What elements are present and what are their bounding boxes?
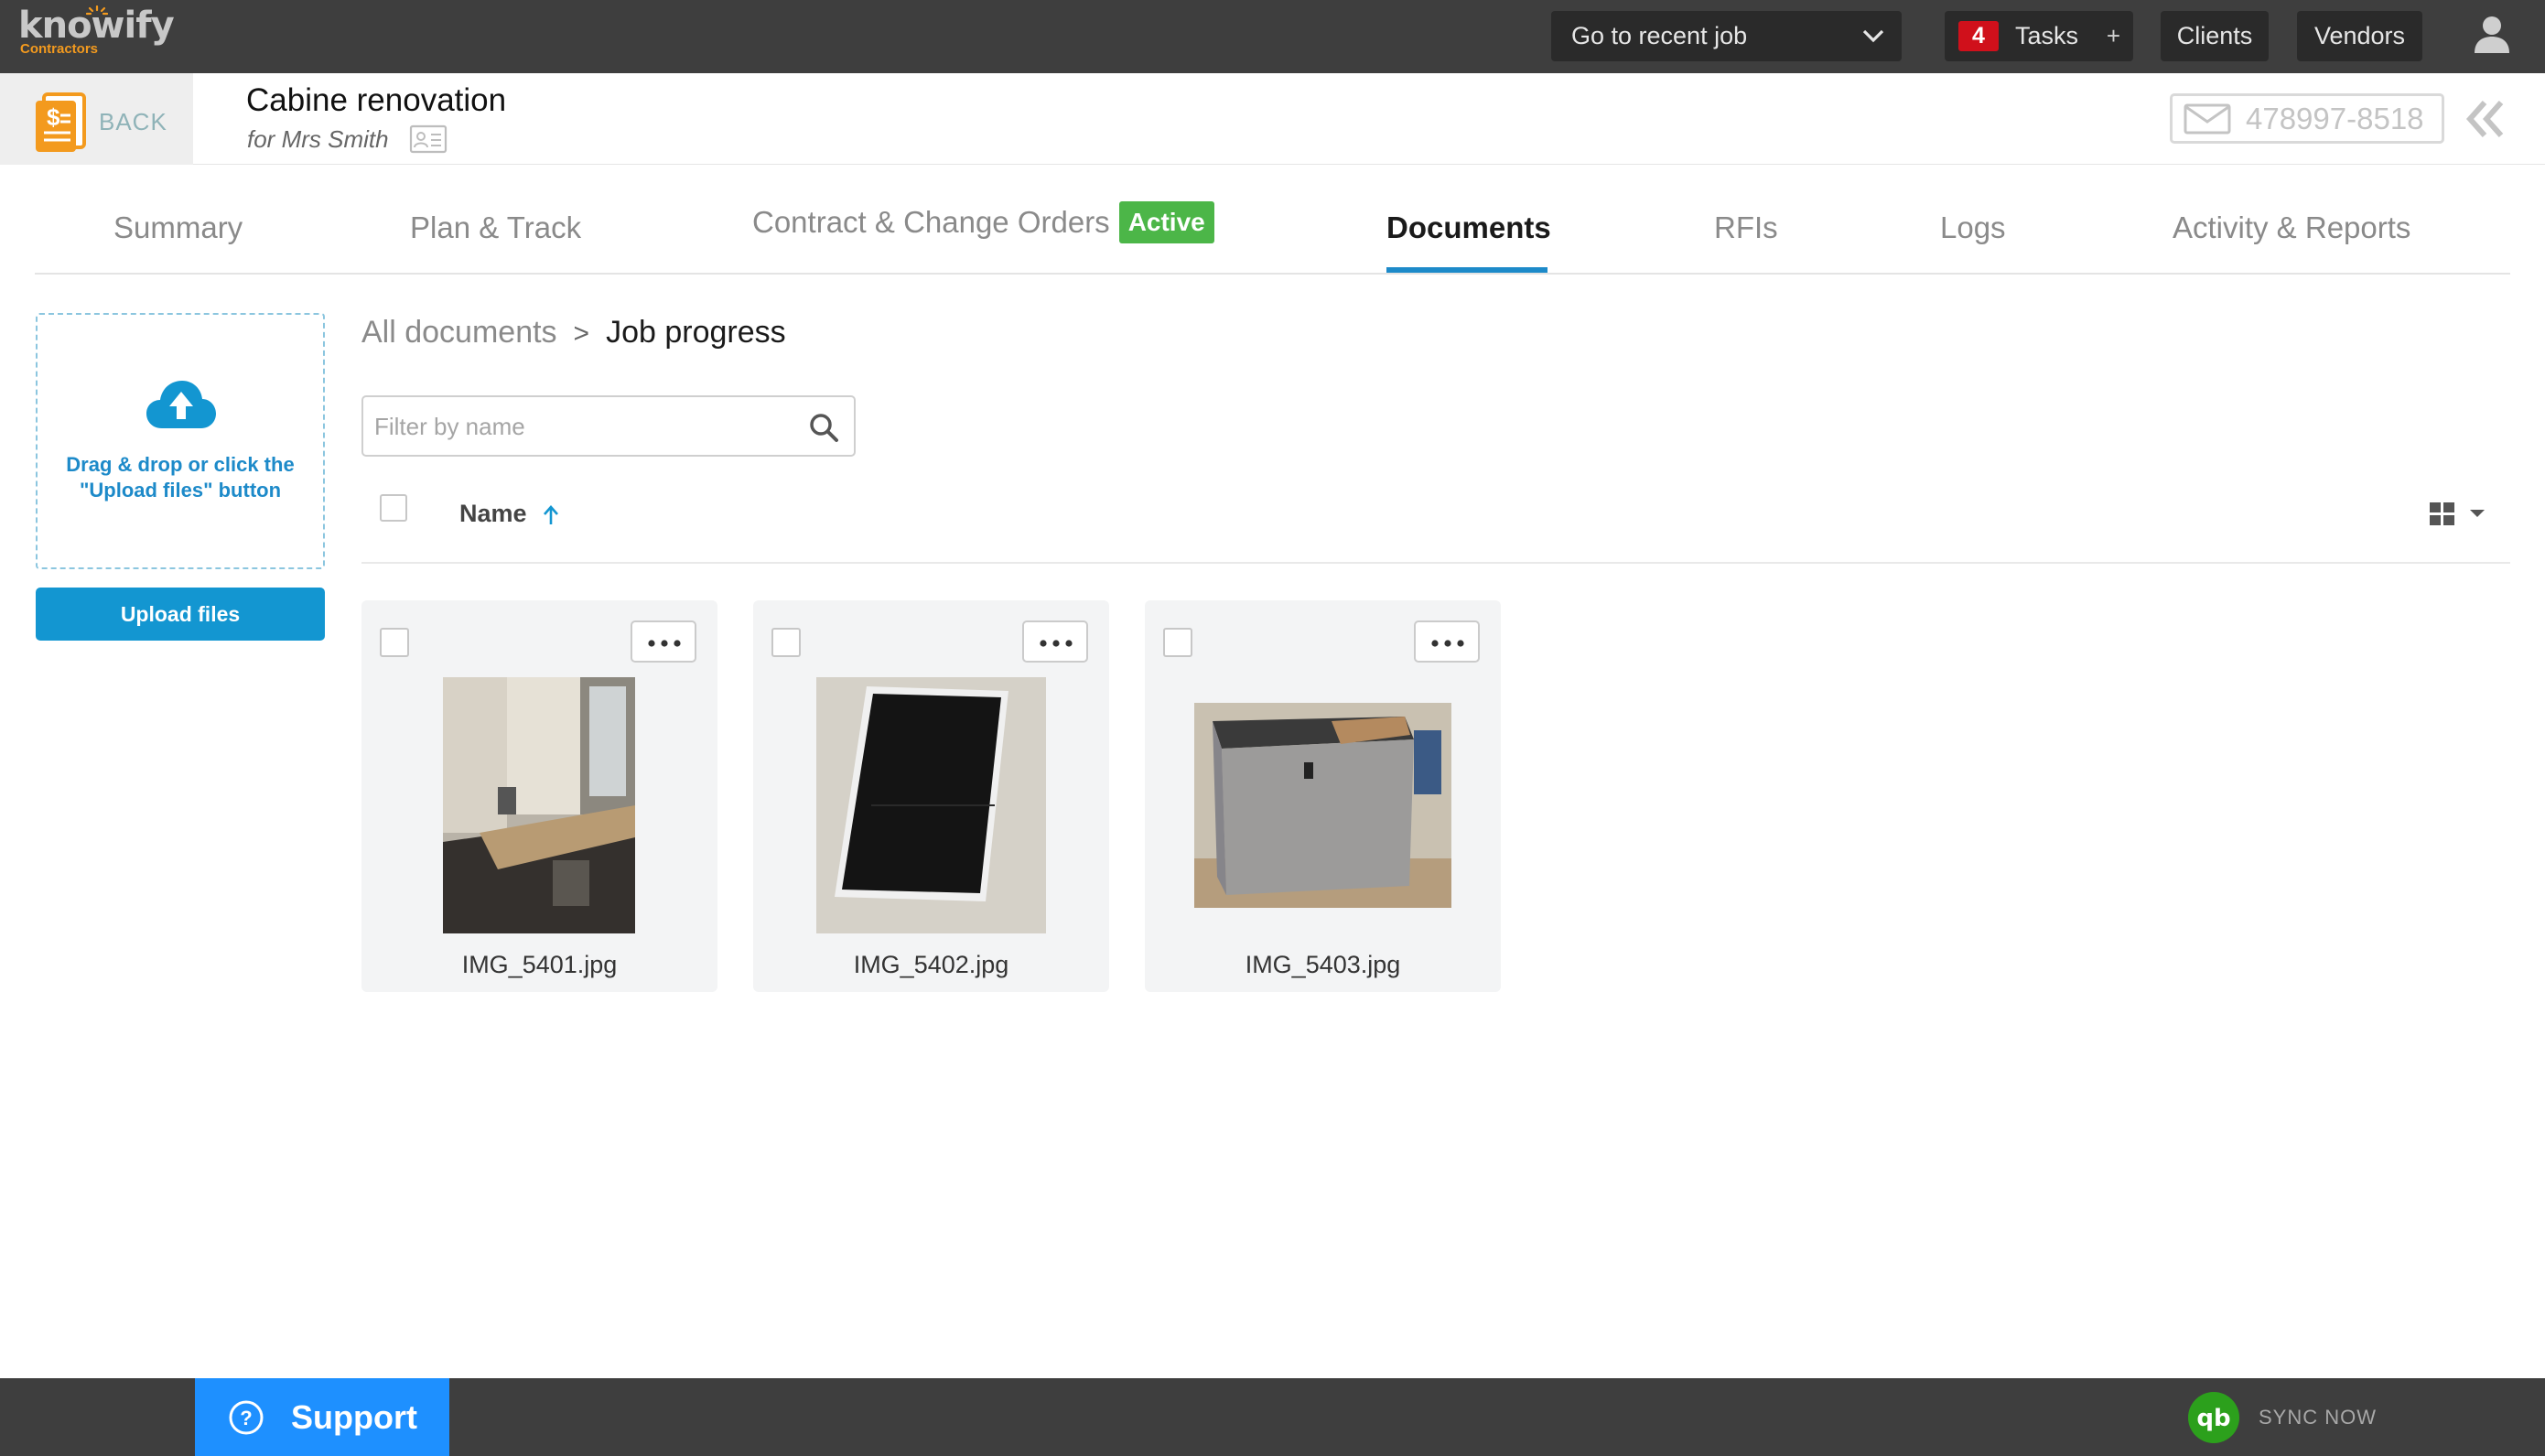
breadcrumb-separator: > [573,318,590,349]
file-checkbox[interactable] [1163,628,1192,657]
file-card[interactable]: IMG_5403.jpg [1145,600,1501,992]
svg-text:qb: qb [2196,1405,2230,1432]
envelope-icon [2184,103,2231,135]
svg-text:?: ? [240,1407,252,1429]
file-thumbnail-image[interactable] [1194,703,1451,908]
knowify-logo[interactable]: knowify Contractors [18,5,175,57]
quickbooks-icon[interactable]: qb [2187,1391,2240,1444]
tab-rfis[interactable]: RFIs [1714,210,1778,245]
filter-box [361,395,856,457]
active-status-badge: Active [1118,201,1214,243]
dropzone-text: Drag & drop or click the "Upload files" … [66,453,295,502]
active-tab-indicator [1386,267,1547,273]
job-title: Cabine renovation [246,82,507,118]
contact-card-icon[interactable] [409,124,448,154]
support-button[interactable]: ? Support [195,1378,449,1456]
tasks-count-badge: 4 [1958,21,1999,51]
job-client: for Mrs Smith [247,125,389,153]
file-card[interactable]: IMG_5401.jpg [361,600,717,992]
cloud-upload-icon [146,381,216,428]
top-navbar: knowify Contractors Go to recent job 4 T… [0,0,2545,73]
grid-view-icon[interactable] [2428,500,2490,527]
more-options-icon [1431,640,1464,647]
tab-contract-change-orders[interactable]: Contract & Change Orders Active [752,201,1214,243]
file-dropzone[interactable]: Drag & drop or click the "Upload files" … [36,313,325,569]
job-header: $ BACK Cabine renovation for Mrs Smith 4… [0,73,2545,165]
back-label: BACK [99,108,167,135]
file-thumbnail-image[interactable] [443,677,635,933]
more-options-icon [648,640,681,647]
tab-summary[interactable]: Summary [113,210,243,245]
file-name[interactable]: IMG_5402.jpg [753,951,1109,979]
vendors-button[interactable]: Vendors [2297,11,2422,61]
file-name[interactable]: IMG_5403.jpg [1145,951,1501,979]
footer-bar: ? Support qb SYNC NOW [0,1378,2545,1456]
job-number: 478997-8518 [2246,102,2424,135]
invoice-icon: $ [36,92,86,152]
upload-files-button[interactable]: Upload files [36,588,325,641]
file-checkbox[interactable] [380,628,409,657]
more-options-icon [1040,640,1073,647]
sort-ascending-icon[interactable] [541,503,561,527]
breadcrumb-current: Job progress [606,315,786,350]
file-name[interactable]: IMG_5401.jpg [361,951,717,979]
job-email-box[interactable]: 478997-8518 [2170,93,2444,144]
search-icon[interactable] [808,412,839,443]
tab-contract-label: Contract & Change Orders [752,205,1110,239]
user-icon[interactable] [2471,13,2513,55]
support-label: Support [291,1398,417,1436]
chevron-down-icon [1862,29,1884,43]
logo-sun-icon [86,5,108,16]
tab-logs[interactable]: Logs [1940,210,2006,245]
recent-job-dropdown[interactable]: Go to recent job [1551,11,1902,61]
tasks-button[interactable]: 4 Tasks + [1945,11,2133,61]
sync-now-button[interactable]: SYNC NOW [2259,1406,2377,1429]
clients-button[interactable]: Clients [2161,11,2269,61]
filter-input[interactable] [374,406,786,447]
name-column-header[interactable]: Name [459,500,527,528]
double-chevron-left-icon[interactable] [2464,99,2507,139]
file-checkbox[interactable] [771,628,801,657]
file-menu-button[interactable] [1022,620,1088,663]
svg-text:$: $ [47,103,60,131]
tab-documents[interactable]: Documents [1386,210,1551,245]
job-tabs: Summary Plan & Track Contract & Change O… [35,201,2510,275]
help-icon: ? [229,1400,264,1435]
breadcrumb: All documents > Job progress [361,315,786,351]
file-menu-button[interactable] [631,620,696,663]
tab-plan-track[interactable]: Plan & Track [410,210,581,245]
tasks-label: Tasks [2015,22,2079,49]
tab-activity-reports[interactable]: Activity & Reports [2173,210,2410,245]
breadcrumb-all-documents[interactable]: All documents [361,315,557,350]
recent-job-label: Go to recent job [1571,22,1748,49]
file-card[interactable]: IMG_5402.jpg [753,600,1109,992]
select-all-checkbox[interactable] [380,494,407,522]
file-menu-button[interactable] [1414,620,1480,663]
list-header: Name [361,476,2510,564]
file-thumbnail-image[interactable] [816,677,1046,933]
add-task-button[interactable]: + [2107,11,2120,61]
back-button[interactable]: $ BACK [0,73,193,165]
